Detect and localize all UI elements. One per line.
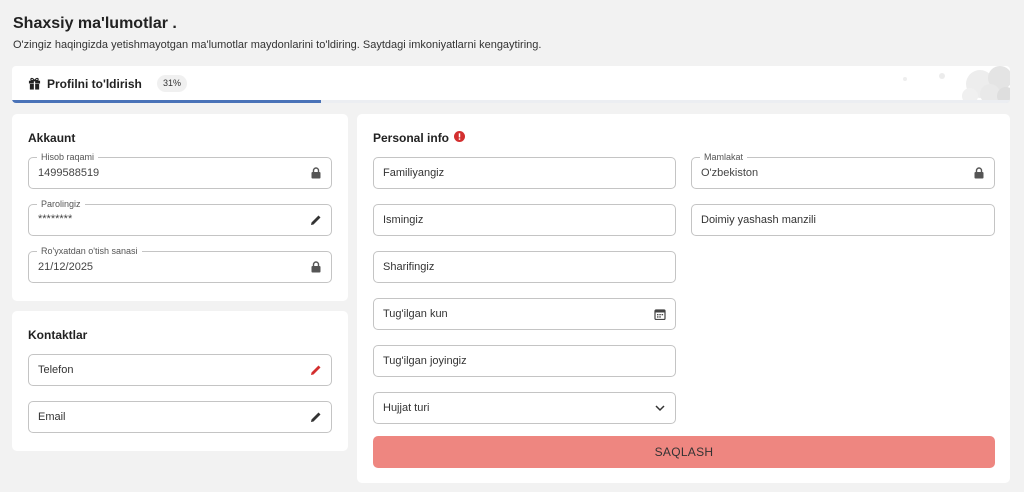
birth-place-input[interactable]: Tug'ilgan joyingiz <box>373 345 676 377</box>
calendar-icon[interactable] <box>654 308 666 320</box>
patronymic-input[interactable]: Sharifingiz <box>373 251 676 283</box>
pencil-icon[interactable] <box>310 364 322 376</box>
progress-fill <box>12 100 322 103</box>
progress-label: Profilni to'ldirish <box>47 77 142 91</box>
info-alert-icon <box>454 131 465 142</box>
account-card: Akkaunt Hisob raqami 1499588519 Paroling… <box>12 114 348 301</box>
phone-field[interactable]: Telefon <box>28 354 332 386</box>
gift-icon <box>28 77 41 90</box>
registration-date-field: Ro'yxatdan o'tish sanasi 21/12/2025 <box>28 246 332 283</box>
lock-icon <box>974 167 984 179</box>
lock-icon <box>311 261 321 273</box>
password-label: Parolingiz <box>37 199 85 209</box>
progress-percent-badge: 31% <box>157 75 188 92</box>
chevron-down-icon <box>655 405 665 412</box>
contacts-title: Kontaktlar <box>28 328 88 342</box>
email-placeholder: Email <box>38 411 66 423</box>
surname-input[interactable]: Familiyangiz <box>373 157 676 189</box>
document-type-value: Hujjat turi <box>383 402 430 414</box>
country-label: Mamlakat <box>700 152 748 162</box>
lock-icon <box>311 167 321 179</box>
pencil-icon[interactable] <box>310 411 322 423</box>
account-number-label: Hisob raqami <box>37 152 99 162</box>
decorative-background-image <box>903 66 1010 103</box>
email-field[interactable]: Email <box>28 401 332 433</box>
patronymic-placeholder: Sharifingiz <box>383 261 435 273</box>
password-field[interactable]: Parolingiz ******** <box>28 199 332 236</box>
surname-placeholder: Familiyangiz <box>383 167 445 179</box>
birth-place-placeholder: Tug'ilgan joyingiz <box>383 355 467 367</box>
name-placeholder: Ismingiz <box>383 214 424 226</box>
phone-placeholder: Telefon <box>38 364 74 376</box>
account-number-value: 1499588519 <box>38 167 100 179</box>
name-input[interactable]: Ismingiz <box>373 204 676 236</box>
address-input[interactable]: Doimiy yashash manzili <box>691 204 995 236</box>
profile-progress-card: Profilni to'ldirish 31% <box>12 66 1010 103</box>
birth-date-input[interactable]: Tug'ilgan kun <box>373 298 676 330</box>
country-field: Mamlakat O'zbekiston <box>691 152 995 189</box>
pencil-icon[interactable] <box>310 214 322 226</box>
registration-date-value: 21/12/2025 <box>38 261 94 273</box>
country-value: O'zbekiston <box>701 167 759 179</box>
registration-date-label: Ro'yxatdan o'tish sanasi <box>37 246 142 256</box>
birth-date-placeholder: Tug'ilgan kun <box>383 308 448 320</box>
save-button[interactable]: SAQLASH <box>373 436 995 468</box>
password-value: ******** <box>38 213 73 225</box>
personal-info-title: Personal info <box>373 131 450 145</box>
page-subtitle: O'zingiz haqingizda yetishmayotgan ma'lu… <box>13 39 542 51</box>
document-type-select[interactable]: Hujjat turi <box>373 392 676 424</box>
address-placeholder: Doimiy yashash manzili <box>701 214 816 226</box>
account-title: Akkaunt <box>28 131 76 145</box>
contacts-card: Kontaktlar Telefon Email <box>12 311 348 451</box>
page-title: Shaxsiy ma'lumotlar . <box>13 15 177 32</box>
progress-track <box>12 100 1010 103</box>
account-number-field: Hisob raqami 1499588519 <box>28 152 332 189</box>
